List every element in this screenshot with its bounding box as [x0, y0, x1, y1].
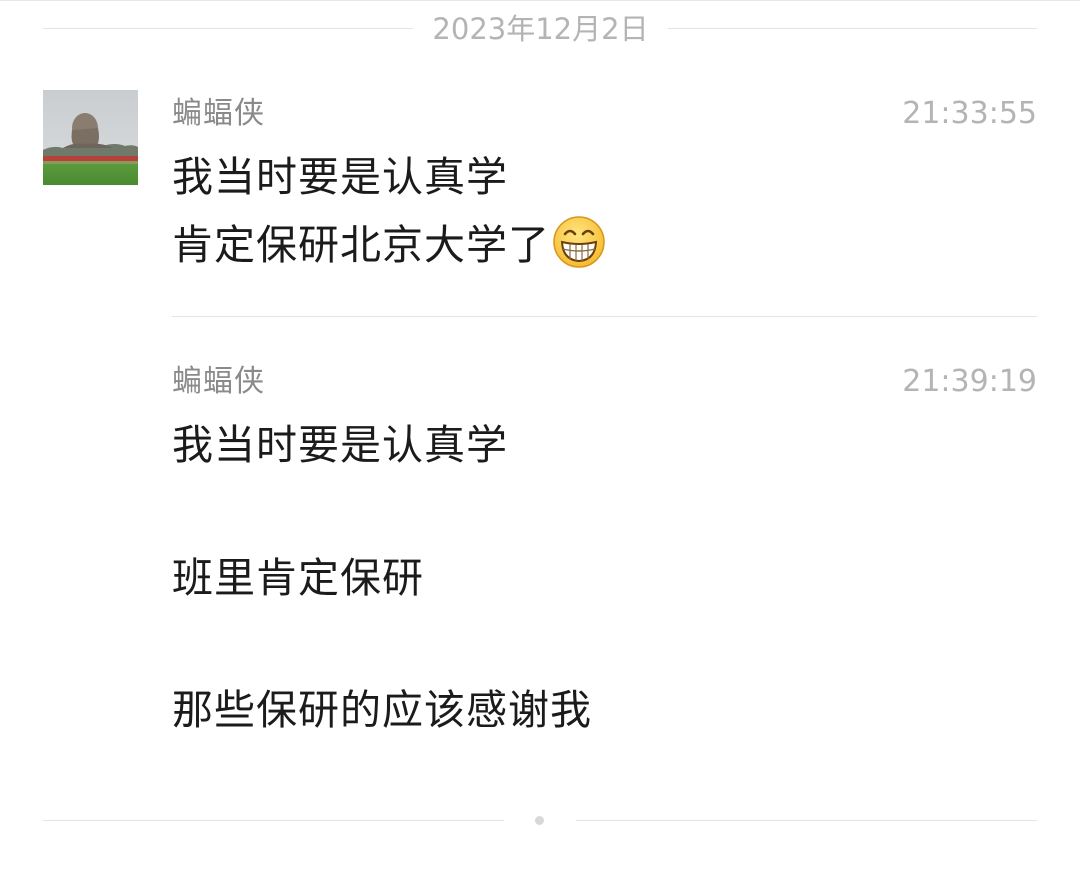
message-1[interactable]: 蝙蝠侠 21:33:55 我当时要是认真学 肯定保研北京大学了: [172, 94, 1037, 304]
end-separator-line-right: [576, 820, 1037, 821]
date-label: 2023年12月2日: [432, 12, 649, 46]
message-divider: [172, 316, 1037, 317]
date-separator: 2023年12月2日: [0, 0, 1080, 60]
sender-avatar[interactable]: [43, 90, 138, 185]
message-text-line: 班里肯定保研: [172, 554, 424, 602]
end-dot: [535, 816, 544, 825]
message-text-line: 我当时要是认真学: [172, 421, 508, 469]
date-separator-line-right: [668, 28, 1037, 29]
grinning-face-emoji-icon: [552, 215, 606, 269]
message-sender-name[interactable]: 蝙蝠侠: [172, 362, 265, 402]
message-timestamp: 21:33:55: [902, 96, 1037, 131]
avatar-image: [43, 90, 138, 185]
message-text-line: 肯定保研北京大学了: [172, 221, 550, 269]
message-text-line: 那些保研的应该感谢我: [172, 686, 592, 734]
message-2[interactable]: 蝙蝠侠 21:39:19 我当时要是认真学 班里肯定保研 那些保研的应该感谢我: [172, 362, 1037, 762]
chat-history-view: 2023年12月2日 蝙蝠侠 21:33:55 我当时要是认真学 肯定保研北京大…: [0, 0, 1080, 892]
message-timestamp: 21:39:19: [902, 364, 1037, 399]
end-separator-line-left: [43, 820, 504, 821]
date-separator-line-left: [43, 28, 413, 29]
message-text-line-with-emoji: 肯定保研北京大学了: [172, 215, 606, 273]
message-sender-name[interactable]: 蝙蝠侠: [172, 94, 265, 134]
message-text-line: 我当时要是认真学: [172, 153, 508, 201]
